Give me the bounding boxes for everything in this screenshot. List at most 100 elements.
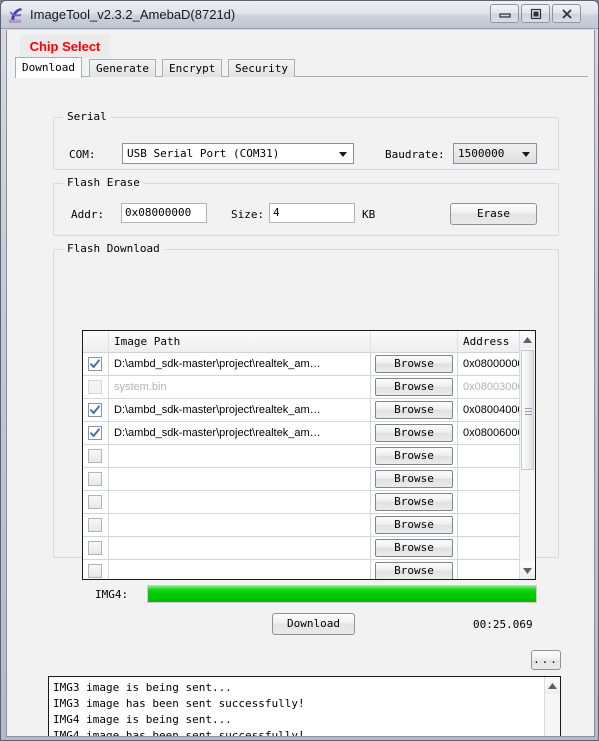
row-check-cell bbox=[83, 514, 109, 536]
download-progress-fill bbox=[148, 586, 536, 602]
erase-button[interactable]: Erase bbox=[450, 203, 537, 225]
browse-button[interactable]: Browse bbox=[375, 401, 453, 419]
checkbox-checked-icon[interactable] bbox=[88, 357, 102, 371]
row-browse-cell: Browse bbox=[371, 468, 458, 490]
row-path-cell[interactable]: system.bin bbox=[109, 376, 371, 398]
row-check-cell bbox=[83, 445, 109, 467]
erase-size-unit: KB bbox=[362, 208, 376, 221]
row-path-cell[interactable]: D:\ambd_sdk-master\project\realtek_am… bbox=[109, 353, 371, 375]
row-browse-cell: Browse bbox=[371, 445, 458, 467]
window-title: ImageTool_v2.3.2_AmebaD(8721d) bbox=[30, 7, 236, 22]
baudrate-value: 1500000 bbox=[458, 147, 505, 160]
caret-up-icon bbox=[523, 337, 532, 343]
maximize-button[interactable] bbox=[521, 4, 550, 23]
row-address-cell[interactable]: 0x08003000 bbox=[458, 376, 521, 398]
scroll-up-button[interactable] bbox=[520, 331, 535, 348]
column-header-path[interactable]: Image Path bbox=[109, 331, 371, 352]
com-label: COM: bbox=[69, 148, 96, 161]
browse-button[interactable]: Browse bbox=[375, 378, 453, 396]
row-address-cell[interactable]: 0x08006000 bbox=[458, 422, 521, 444]
log-output[interactable]: IMG3 image is being sent... IMG3 image h… bbox=[48, 676, 561, 737]
minimize-icon bbox=[498, 13, 511, 18]
more-options-button[interactable]: ... bbox=[531, 650, 561, 670]
row-browse-cell: Browse bbox=[371, 422, 458, 444]
row-address-cell[interactable] bbox=[458, 491, 521, 513]
browse-button[interactable]: Browse bbox=[375, 539, 453, 557]
erase-addr-input[interactable]: 0x08000000 bbox=[121, 203, 207, 223]
com-port-select[interactable]: USB Serial Port (COM31) bbox=[122, 143, 354, 164]
row-path-cell[interactable] bbox=[109, 445, 371, 467]
checkbox-unchecked-icon[interactable] bbox=[88, 380, 102, 394]
log-text: IMG3 image is being sent... IMG3 image h… bbox=[53, 681, 305, 737]
checkbox-checked-icon[interactable] bbox=[88, 403, 102, 417]
row-address-cell[interactable]: 0x08000000 bbox=[458, 353, 521, 375]
tab-encrypt[interactable]: Encrypt bbox=[162, 59, 223, 77]
chip-select-button[interactable]: Chip Select bbox=[20, 34, 110, 58]
row-check-cell bbox=[83, 422, 109, 444]
table-row[interactable]: Browse bbox=[83, 537, 521, 560]
close-button[interactable] bbox=[552, 4, 581, 23]
tab-bar: Download Generate Encrypt Security bbox=[15, 57, 588, 78]
table-row[interactable]: D:\ambd_sdk-master\project\realtek_am… Br… bbox=[83, 353, 521, 376]
checkbox-checked-icon[interactable] bbox=[88, 426, 102, 440]
table-row[interactable]: Browse bbox=[83, 560, 521, 579]
row-path-cell[interactable] bbox=[109, 468, 371, 490]
row-address-cell[interactable] bbox=[458, 468, 521, 490]
browse-button[interactable]: Browse bbox=[375, 447, 453, 465]
baudrate-select[interactable]: 1500000 bbox=[453, 143, 537, 164]
row-path-cell[interactable]: D:\ambd_sdk-master\project\realtek_am… bbox=[109, 399, 371, 421]
table-scrollbar-thumb[interactable] bbox=[521, 350, 534, 470]
row-path-cell[interactable] bbox=[109, 514, 371, 536]
erase-size-input[interactable]: 4 bbox=[269, 203, 355, 223]
column-header-browse[interactable] bbox=[371, 331, 458, 352]
browse-button[interactable]: Browse bbox=[375, 516, 453, 534]
row-address-cell[interactable] bbox=[458, 537, 521, 559]
checkbox-unchecked-icon[interactable] bbox=[88, 564, 102, 578]
browse-button[interactable]: Browse bbox=[375, 355, 453, 373]
erase-addr-label: Addr: bbox=[71, 208, 105, 221]
caret-down-icon bbox=[523, 568, 532, 574]
application-window: AMEBA ImageTool_v2.3.2_AmebaD(8721d) Chi… bbox=[0, 0, 599, 741]
column-header-check[interactable] bbox=[83, 331, 109, 352]
row-address-cell[interactable] bbox=[458, 445, 521, 467]
scroll-down-button[interactable] bbox=[520, 562, 535, 579]
table-row[interactable]: system.bin Browse 0x08003000 bbox=[83, 376, 521, 399]
row-path-cell[interactable] bbox=[109, 537, 371, 559]
table-row[interactable]: Browse bbox=[83, 445, 521, 468]
table-scrollbar[interactable] bbox=[519, 331, 535, 579]
table-row[interactable]: D:\ambd_sdk-master\project\realtek_am… Br… bbox=[83, 422, 521, 445]
log-scroll-up-button[interactable] bbox=[545, 677, 560, 694]
browse-button[interactable]: Browse bbox=[375, 493, 453, 511]
table-row[interactable]: Browse bbox=[83, 468, 521, 491]
tab-generate[interactable]: Generate bbox=[89, 59, 156, 77]
row-browse-cell: Browse bbox=[371, 376, 458, 398]
checkbox-unchecked-icon[interactable] bbox=[88, 518, 102, 532]
tab-security[interactable]: Security bbox=[228, 59, 295, 77]
row-address-cell[interactable]: 0x08004000 bbox=[458, 399, 521, 421]
tab-download[interactable]: Download bbox=[15, 57, 82, 78]
row-address-cell[interactable] bbox=[458, 514, 521, 536]
column-header-address[interactable]: Address bbox=[458, 331, 521, 352]
checkbox-unchecked-icon[interactable] bbox=[88, 495, 102, 509]
baudrate-label: Baudrate: bbox=[385, 148, 445, 161]
table-row[interactable]: D:\ambd_sdk-master\project\realtek_am… Br… bbox=[83, 399, 521, 422]
row-address-cell[interactable] bbox=[458, 560, 521, 579]
row-path-cell[interactable] bbox=[109, 560, 371, 579]
checkbox-unchecked-icon[interactable] bbox=[88, 472, 102, 486]
log-scrollbar[interactable] bbox=[544, 677, 560, 736]
row-browse-cell: Browse bbox=[371, 491, 458, 513]
row-path-cell[interactable]: D:\ambd_sdk-master\project\realtek_am… bbox=[109, 422, 371, 444]
svg-text:AMEBA: AMEBA bbox=[9, 19, 22, 24]
minimize-button[interactable] bbox=[490, 4, 519, 23]
row-path-cell[interactable] bbox=[109, 491, 371, 513]
download-button[interactable]: Download bbox=[272, 613, 355, 635]
checkbox-unchecked-icon[interactable] bbox=[88, 541, 102, 555]
browse-button[interactable]: Browse bbox=[375, 470, 453, 488]
browse-button[interactable]: Browse bbox=[375, 424, 453, 442]
browse-button[interactable]: Browse bbox=[375, 562, 453, 579]
table-row[interactable]: Browse bbox=[83, 491, 521, 514]
row-browse-cell: Browse bbox=[371, 514, 458, 536]
checkbox-unchecked-icon[interactable] bbox=[88, 449, 102, 463]
table-row[interactable]: Browse bbox=[83, 514, 521, 537]
row-check-cell bbox=[83, 353, 109, 375]
